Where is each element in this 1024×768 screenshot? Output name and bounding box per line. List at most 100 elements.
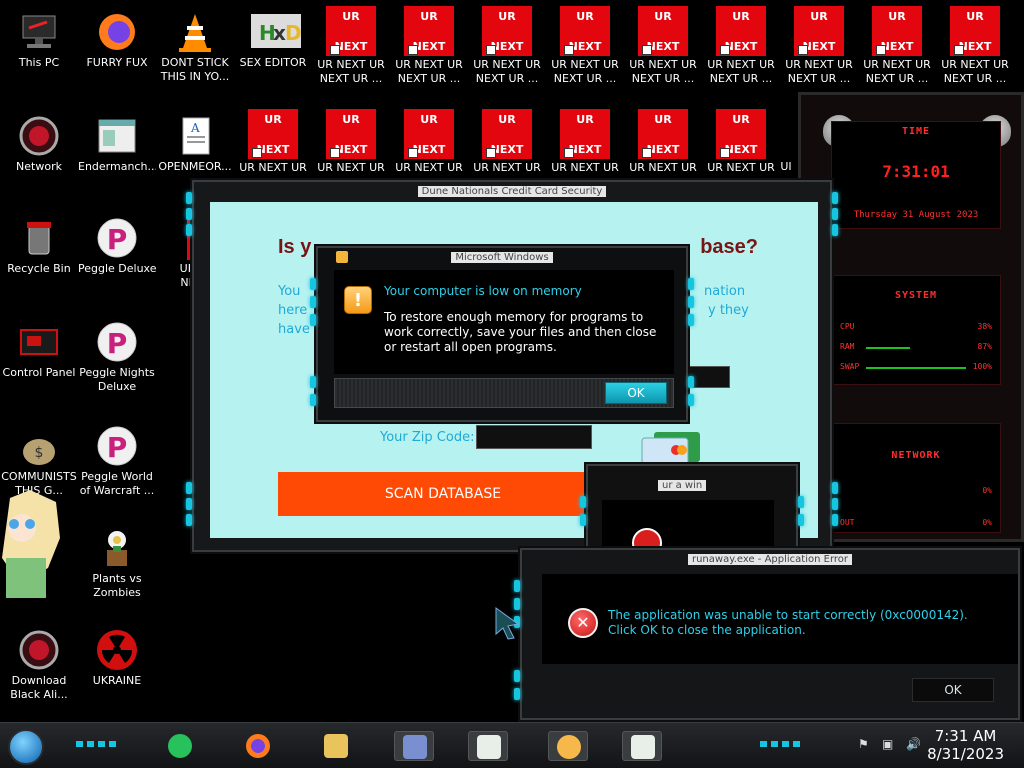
computer-icon	[17, 10, 61, 54]
ur-next-icon: UR NEXT	[716, 6, 766, 56]
zip-code-label: Your Zip Code:	[380, 430, 475, 445]
ur-next-icon: UR NEXT	[638, 109, 688, 159]
ram-value: 87%	[977, 342, 992, 351]
swap-row: SWAP 100%	[840, 362, 992, 374]
zip-code-input[interactable]	[476, 425, 592, 449]
desktop-icon-ur-next[interactable]: UR NEXT UR NEXT UR NEXT UR ...	[702, 2, 780, 86]
desktop-icon-this-pc[interactable]: This PC	[0, 6, 78, 70]
money-bag-icon: $	[17, 424, 61, 468]
icon-label: UR NEXT UR	[239, 161, 307, 174]
desktop-icon-ur-next[interactable]: UR NEXT UR NEXT UR	[468, 105, 546, 175]
dialog-message: To restore enough memory for programs to…	[384, 310, 657, 354]
network-icon[interactable]: ▣	[882, 737, 898, 753]
desktop-icon-sex-editor[interactable]: HxD SEX EDITOR	[234, 6, 312, 70]
dialog-button-bar: OK	[334, 378, 674, 408]
recycle-bin-icon	[17, 216, 61, 260]
desktop-icon-peggle-nights[interactable]: P Peggle Nights Deluxe	[78, 316, 156, 394]
desktop-icon-communists[interactable]: $ COMMUNISTS THIS G...	[0, 420, 78, 498]
desktop-icon-network[interactable]: Network	[0, 110, 78, 174]
paragraph-fragment: here	[278, 303, 308, 318]
taskbar-app-credit-card[interactable]	[394, 731, 434, 761]
icon-label: UR NEXT UR	[629, 161, 697, 174]
desktop-icon-ur-next[interactable]: UR NEXT UR NEXT UR	[546, 105, 624, 175]
desktop-icon-peggle-deluxe[interactable]: P Peggle Deluxe	[78, 212, 156, 276]
icon-label: NEXT UR ...	[319, 72, 383, 85]
icon-label: NEXT UR ...	[631, 72, 695, 85]
desktop-icon-peggle-world-of-warcraft[interactable]: P Peggle World of Warcraft ...	[78, 420, 156, 498]
icon-label: NEXT UR ...	[475, 72, 539, 85]
peggle-icon: P	[95, 216, 139, 260]
document-window-icon	[477, 735, 501, 759]
icon-label: UR NEXT UR	[707, 58, 775, 71]
decor-lights	[760, 741, 800, 747]
desktop-icon-openmeor[interactable]: A OPENMEOR...	[156, 110, 234, 174]
ok-button[interactable]: OK	[912, 678, 994, 702]
taskbar-app-warning[interactable]	[548, 731, 588, 761]
taskbar-clock[interactable]: 7:31 AM 8/31/2023	[927, 727, 1004, 763]
system-title: SYSTEM	[894, 290, 938, 301]
icon-label: Peggle Nights	[79, 366, 155, 379]
desktop-icon-ur-next[interactable]: UR NEXT UR NEXT UR	[624, 105, 702, 175]
icon-label: UR NEXT UR	[551, 58, 619, 71]
ur-next-icon: UR NEXT	[326, 6, 376, 56]
desktop-icon-ur-next[interactable]: UR NEXT UR NEXT UR NEXT UR ...	[468, 2, 546, 86]
ur-next-icon: UR NEXT	[716, 109, 766, 159]
desktop-icon-ur-next[interactable]: UR NEXT UR NEXT UR NEXT UR ...	[858, 2, 936, 86]
desktop-icon-ur-next[interactable]: UR NEXT UR NEXT UR	[702, 105, 780, 175]
swap-value: 100%	[972, 362, 992, 371]
icon-label: of Warcraft ...	[79, 484, 155, 497]
warning-icon	[557, 735, 581, 759]
taskbar-app-explorer[interactable]	[316, 731, 356, 761]
taskbar-app-firefox[interactable]	[238, 731, 278, 761]
desktop-icon-ur-next[interactable]: UR NEXT UR NEXT UR NEXT UR ...	[546, 2, 624, 86]
desktop-icon-dont-stick[interactable]: DONT STICK THIS IN YO...	[156, 6, 234, 84]
start-button[interactable]	[8, 729, 44, 765]
desktop-icon-ur-next[interactable]: UR NEXT UR NEXT UR	[390, 105, 468, 175]
icon-label: Black Ali...	[10, 688, 68, 701]
widget-time: 7:31:01	[882, 162, 950, 181]
desktop-icon-ukraine[interactable]: UKRAINE	[78, 624, 156, 688]
ram-label: RAM	[840, 342, 855, 351]
time-panel: TIME 7:31:01 Thursday 31 August 2023	[831, 121, 1001, 229]
window-title: Dune Nationals Credit Card Security	[194, 186, 830, 197]
ur-next-icon: UR NEXT	[404, 109, 454, 159]
mouse-cursor	[494, 606, 520, 644]
desktop-icon-ur-next[interactable]: UR NEXT UR NEXT UR	[312, 105, 390, 175]
icon-label: Endermanch...	[78, 160, 156, 173]
taskbar-app-window[interactable]	[622, 731, 662, 761]
desktop-icon-partial[interactable]: UI	[776, 160, 796, 174]
paragraph-fragment: y they	[708, 303, 749, 318]
desktop-icon-ur-next[interactable]: UR NEXT UR NEXT UR NEXT UR ...	[936, 2, 1014, 86]
icon-label: NEXT UR ...	[397, 72, 461, 85]
dialog-title: Microsoft Windows	[318, 252, 686, 263]
icon-label: UR NEXT UR	[395, 58, 463, 71]
desktop-icon-furry-fux[interactable]: FURRY FUX	[78, 6, 156, 70]
flag-icon[interactable]: ⚑	[858, 737, 874, 753]
icon-label: NEXT UR ...	[865, 72, 929, 85]
volume-icon[interactable]: 🔊	[906, 737, 922, 753]
desktop-icon-control-panel[interactable]: Control Panel	[0, 316, 78, 380]
icon-label: Recycle Bin	[7, 262, 71, 275]
icon-label: Control Panel	[2, 366, 76, 379]
network-panel: NETWORK 0% OUT 0%	[831, 423, 1001, 533]
small-error-dialog[interactable]: ur a win	[580, 464, 804, 558]
desktop-icon-recycle-bin[interactable]: Recycle Bin	[0, 212, 78, 276]
desktop-icon-plants-vs-zombies[interactable]: Plants vs Zombies	[78, 522, 156, 600]
ok-button[interactable]: OK	[605, 382, 667, 404]
desktop-icon-ur-next[interactable]: UR NEXT UR NEXT UR NEXT UR ...	[624, 2, 702, 86]
desktop-icon-ur-next[interactable]: UR NEXT UR NEXT UR NEXT UR ...	[780, 2, 858, 86]
desktop-icon-ur-next[interactable]: UR NEXT UR NEXT UR	[234, 105, 312, 175]
desktop-icon-ur-next[interactable]: UR NEXT UR NEXT UR NEXT UR ...	[312, 2, 390, 86]
clock-date: 8/31/2023	[927, 745, 1004, 763]
desktop-icon-ur-next[interactable]: UR NEXT UR NEXT UR NEXT UR ...	[390, 2, 468, 86]
desktop-icon-download-black-alien[interactable]: Download Black Ali...	[0, 624, 78, 702]
low-memory-dialog[interactable]: Microsoft Windows ! Your computer is low…	[310, 246, 694, 422]
net-out-row: OUT 0%	[840, 518, 992, 530]
control-panel-icon	[17, 320, 61, 364]
taskbar-app-document[interactable]	[468, 731, 508, 761]
scan-database-button[interactable]: SCAN DATABASE	[278, 472, 608, 516]
error-message: The application was unable to start corr…	[608, 608, 968, 637]
taskbar-app-notes[interactable]	[160, 731, 200, 761]
application-error-dialog[interactable]: runaway.exe - Application Error ✕ The ap…	[514, 548, 1020, 720]
desktop-icon-endermanch[interactable]: Endermanch...	[78, 110, 156, 174]
